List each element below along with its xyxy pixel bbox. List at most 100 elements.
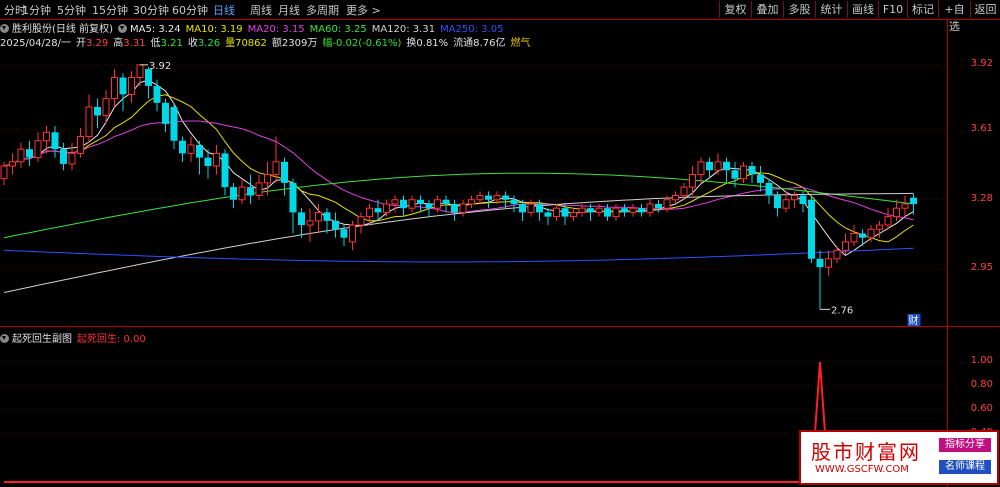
candle-body bbox=[391, 199, 399, 205]
candle-body bbox=[400, 199, 407, 209]
sub-chart-title: 起死回生副图 bbox=[12, 334, 72, 345]
sub-collapse-icon[interactable] bbox=[0, 334, 9, 343]
candle-body bbox=[51, 132, 59, 150]
price-axis-label: 3.92 bbox=[970, 57, 993, 69]
candle-body bbox=[748, 166, 756, 175]
candle-body bbox=[782, 199, 790, 209]
candle-body bbox=[816, 258, 824, 268]
candle-body bbox=[332, 220, 339, 230]
finance-event-label: 财 bbox=[909, 314, 919, 327]
candle-body bbox=[102, 98, 110, 116]
candle-body bbox=[170, 107, 178, 141]
candle-body bbox=[842, 241, 849, 251]
candle-body bbox=[723, 161, 730, 171]
candle-body bbox=[553, 207, 560, 218]
candle-body bbox=[119, 77, 127, 95]
candle-body bbox=[60, 149, 67, 164]
candle-body bbox=[315, 211, 322, 222]
candle-body bbox=[162, 102, 169, 124]
candle-body bbox=[714, 161, 722, 171]
price-axis-label: 2.95 bbox=[970, 262, 993, 274]
candle-body bbox=[34, 140, 42, 159]
candle-body bbox=[604, 208, 611, 217]
candle-body bbox=[417, 199, 424, 204]
candle-body bbox=[213, 152, 220, 167]
candle-body bbox=[255, 182, 263, 197]
kline-chart[interactable]: 3.92 2.76 财 bbox=[0, 0, 1000, 487]
candle-body bbox=[476, 195, 484, 201]
watermark-url: WWW.GSCFW.COM bbox=[815, 464, 909, 475]
candle-body bbox=[26, 149, 33, 158]
candle-body bbox=[680, 186, 688, 197]
candle-body bbox=[893, 207, 900, 218]
watermark-tag-share: 指标分享 bbox=[939, 438, 991, 452]
candle-body bbox=[323, 212, 331, 221]
candle-body bbox=[689, 173, 696, 188]
candle-body bbox=[68, 152, 76, 165]
candle-body bbox=[629, 207, 637, 213]
candle-body bbox=[825, 258, 832, 268]
candle-body bbox=[0, 165, 8, 180]
candle-body bbox=[570, 211, 577, 218]
candle-body bbox=[884, 216, 892, 226]
candle-body bbox=[383, 203, 390, 213]
watermark-tag-course: 名师课程 bbox=[939, 460, 991, 474]
candle-body bbox=[850, 232, 858, 243]
candle-body bbox=[196, 144, 203, 158]
candle-body bbox=[247, 187, 254, 196]
candle-body bbox=[740, 165, 747, 180]
candle-body bbox=[230, 187, 237, 200]
sub-chart-header: 起死回生副图 起死回生: 0.00 bbox=[0, 330, 146, 345]
candle-body bbox=[493, 195, 501, 201]
indicator-axis-label: 1.00 bbox=[970, 355, 993, 366]
low-label: 2.76 bbox=[831, 305, 853, 316]
candle-body bbox=[204, 157, 212, 167]
candle-body bbox=[442, 199, 450, 204]
candle-body bbox=[544, 212, 552, 217]
candle-body bbox=[9, 161, 16, 167]
ma-line bbox=[3, 79, 914, 257]
candle-body bbox=[612, 207, 620, 218]
candle-body bbox=[706, 161, 713, 171]
candle-body bbox=[578, 207, 586, 213]
candle-body bbox=[502, 195, 509, 200]
candle-body bbox=[595, 207, 603, 213]
ma-line bbox=[3, 94, 914, 243]
candle-body bbox=[655, 203, 662, 209]
candle-body bbox=[536, 203, 543, 213]
candle-body bbox=[519, 203, 526, 213]
candle-body bbox=[179, 140, 186, 154]
candle-body bbox=[527, 203, 535, 213]
candle-body bbox=[876, 224, 883, 230]
watermark-title: 股市财富网 bbox=[811, 440, 921, 464]
candle-body bbox=[374, 208, 382, 213]
candle-body bbox=[646, 203, 654, 213]
candle-body bbox=[459, 203, 467, 213]
candle-body bbox=[221, 153, 229, 188]
candle-body bbox=[808, 199, 815, 259]
candle-body bbox=[43, 131, 50, 142]
indicator-line bbox=[4, 361, 914, 483]
candle-body bbox=[587, 208, 594, 213]
candle-body bbox=[901, 203, 909, 209]
indicator-axis-label: 0.80 bbox=[970, 379, 993, 390]
ma-line bbox=[3, 247, 914, 263]
candle-body bbox=[799, 195, 807, 204]
candle-body bbox=[272, 161, 280, 175]
candle-body bbox=[136, 64, 144, 79]
price-axis-label: 3.28 bbox=[970, 192, 993, 204]
candle-body bbox=[264, 173, 271, 184]
candle-body bbox=[663, 199, 671, 209]
candle-body bbox=[510, 199, 518, 204]
indicator-value: 起死回生: 0.00 bbox=[77, 334, 146, 345]
candle-body bbox=[485, 195, 492, 200]
candle-body bbox=[765, 182, 773, 196]
candle-body bbox=[366, 207, 373, 218]
candle-body bbox=[408, 199, 416, 209]
candle-body bbox=[349, 224, 356, 243]
candle-body bbox=[774, 195, 781, 209]
candle-body bbox=[697, 161, 705, 175]
candle-body bbox=[859, 233, 866, 238]
candle-body bbox=[910, 197, 917, 204]
price-axis-label: 3.61 bbox=[970, 123, 993, 135]
